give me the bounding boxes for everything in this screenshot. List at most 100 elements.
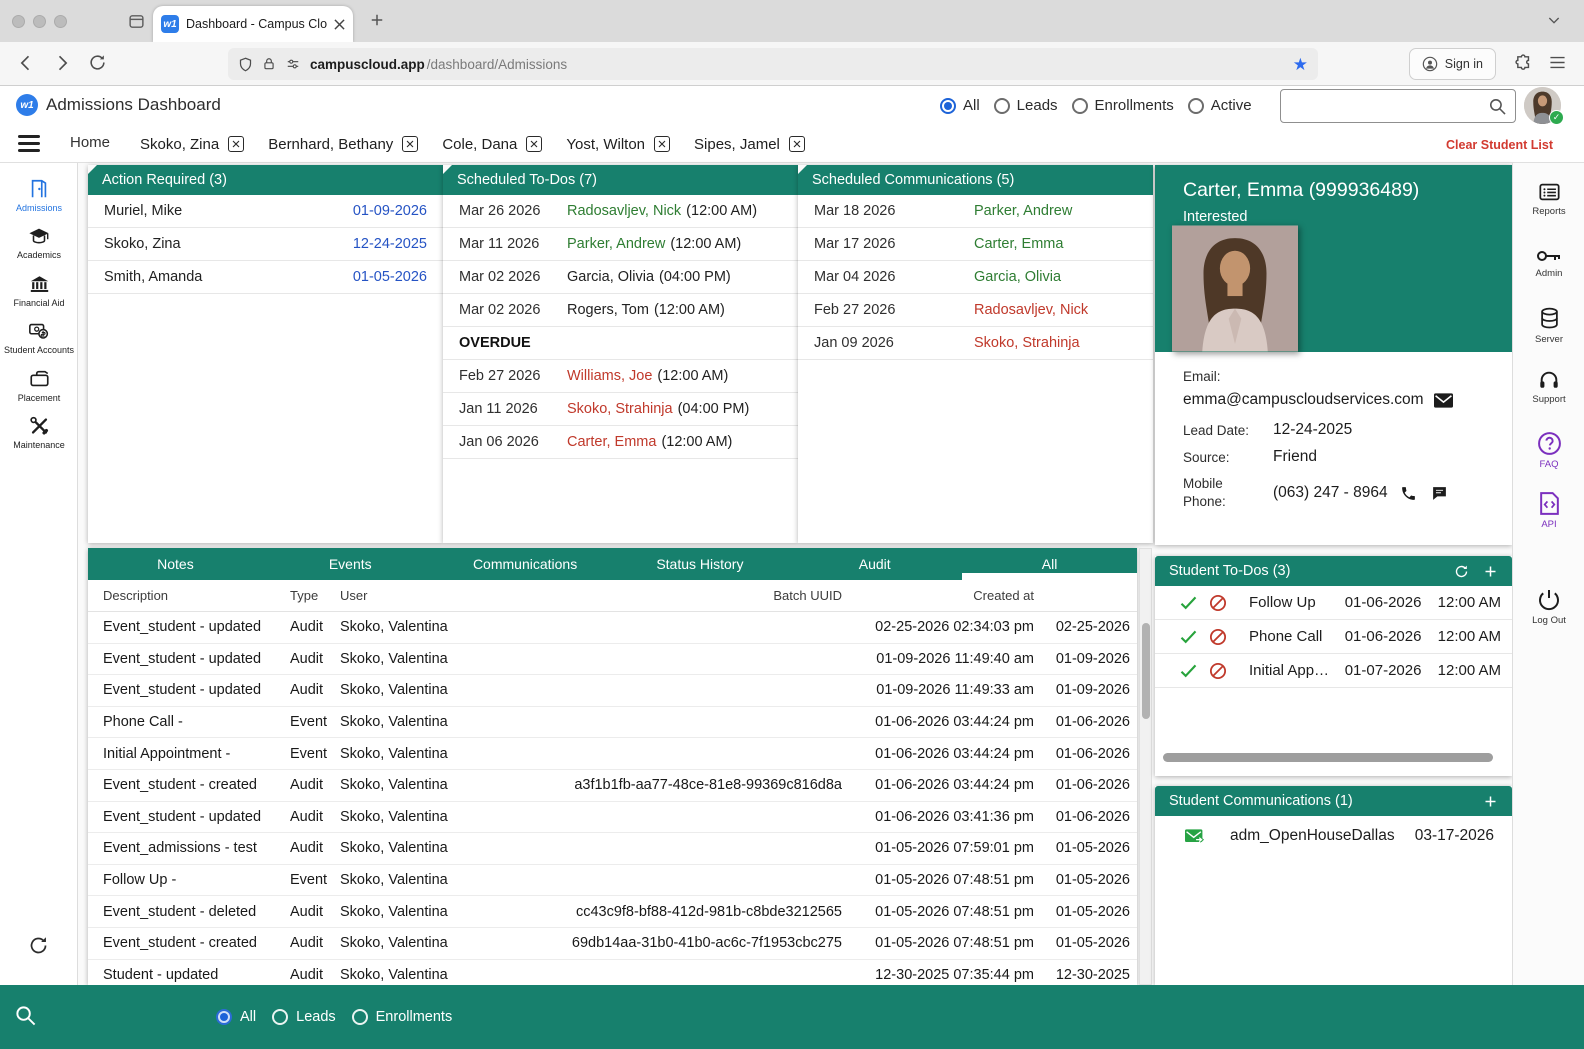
chip-close-icon[interactable] [654, 136, 671, 152]
action-date[interactable]: 01-09-2026 [353, 203, 427, 219]
student-chip[interactable]: Sipes, Jamel [694, 136, 805, 153]
bottom-filter-radio[interactable]: Enrollments [351, 1009, 452, 1025]
table-scrollbar[interactable] [1139, 548, 1152, 985]
rightbar-item-api[interactable]: API [1513, 491, 1584, 530]
action-date[interactable]: 01-05-2026 [353, 269, 427, 285]
complete-check-icon[interactable] [1180, 630, 1197, 644]
sign-in-button[interactable]: Sign in [1408, 48, 1496, 80]
bookmark-star-icon[interactable]: ★ [1293, 56, 1308, 73]
column-header-description[interactable]: Description [88, 588, 290, 603]
search-icon[interactable] [1488, 97, 1507, 116]
complete-check-icon[interactable] [1180, 664, 1197, 678]
lock-icon[interactable] [262, 57, 276, 71]
student-chip[interactable]: Yost, Wilton [566, 136, 671, 153]
permissions-icon[interactable] [285, 57, 301, 71]
activity-tab[interactable]: Communications [438, 548, 613, 580]
forward-button[interactable] [52, 53, 72, 73]
action-required-row[interactable]: Skoko, Zina 12-24-2025 [88, 228, 443, 261]
header-filter-radio[interactable]: Enrollments [1071, 97, 1174, 114]
header-filter-radio[interactable]: Active [1187, 97, 1252, 114]
comm-row[interactable]: Mar 18 2026 Parker, Andrew [798, 195, 1153, 228]
table-row[interactable]: Event_student - updated Audit Skoko, Val… [88, 612, 1137, 644]
maximize-window-button[interactable] [54, 15, 67, 28]
firefox-view-icon[interactable] [128, 13, 145, 30]
column-header-created-at[interactable]: Created at [842, 588, 1034, 603]
table-row[interactable]: Initial Appointment - Event Skoko, Valen… [88, 738, 1137, 770]
column-header-user[interactable]: User [340, 588, 512, 603]
table-row[interactable]: Phone Call - Event Skoko, Valentina 01-0… [88, 707, 1137, 739]
radio-icon[interactable] [272, 1009, 289, 1025]
activity-tab[interactable]: Status History [612, 548, 787, 580]
table-row[interactable]: Event_student - created Audit Skoko, Val… [88, 770, 1137, 802]
activity-tab[interactable]: Notes [88, 548, 263, 580]
table-row[interactable]: Event_admissions - test Audit Skoko, Val… [88, 833, 1137, 865]
address-bar[interactable]: campuscloud.app/dashboard/Admissions ★ [228, 48, 1318, 80]
comm-row[interactable]: Mar 17 2026 Carter, Emma [798, 228, 1153, 261]
complete-check-icon[interactable] [1180, 596, 1197, 610]
action-date[interactable]: 12-24-2025 [353, 236, 427, 252]
refresh-icon[interactable] [28, 935, 49, 956]
cancel-icon[interactable] [1209, 628, 1227, 646]
add-todo-icon[interactable] [1483, 564, 1498, 579]
radio-icon[interactable] [940, 97, 956, 114]
bottom-filter-radio[interactable]: Leads [272, 1009, 336, 1025]
menu-icon[interactable] [18, 135, 40, 152]
tab-list-chevron-icon[interactable] [1546, 12, 1562, 28]
column-header-type[interactable]: Type [290, 588, 340, 603]
chip-close-icon[interactable] [228, 136, 245, 152]
chip-close-icon[interactable] [402, 136, 419, 152]
student-todo-row[interactable]: Follow Up 01-06-2026 12:00 AM [1155, 586, 1512, 620]
tab-close-icon[interactable] [334, 18, 345, 30]
todo-row[interactable]: Jan 06 2026 Carter, Emma (12:00 AM) [443, 426, 798, 459]
close-window-button[interactable] [12, 15, 25, 28]
browser-menu-icon[interactable] [1549, 55, 1566, 70]
clear-student-list-link[interactable]: Clear Student List [1446, 138, 1553, 152]
refresh-icon[interactable] [1454, 564, 1469, 579]
student-todo-row[interactable]: Initial App… 01-07-2026 12:00 AM [1155, 654, 1512, 688]
table-row[interactable]: Event_student - created Audit Skoko, Val… [88, 928, 1137, 960]
table-row[interactable]: Student - updated Audit Skoko, Valentina… [88, 960, 1137, 985]
radio-icon[interactable] [351, 1009, 368, 1025]
student-chip[interactable]: Skoko, Zina [140, 136, 245, 153]
sidebar-item-financial-aid[interactable]: Financial Aid [0, 273, 78, 308]
column-header-batch-uuid[interactable]: Batch UUID [512, 588, 842, 603]
header-filter-radio[interactable]: Leads [993, 97, 1058, 114]
home-link[interactable]: Home [70, 134, 110, 151]
table-row[interactable]: Event_student - updated Audit Skoko, Val… [88, 644, 1137, 676]
bottom-filter-radio[interactable]: All [216, 1009, 256, 1025]
todo-row[interactable]: Mar 11 2026 Parker, Andrew (12:00 AM) [443, 228, 798, 261]
cancel-icon[interactable] [1209, 662, 1227, 680]
chip-close-icon[interactable] [788, 136, 805, 152]
comm-row[interactable]: Mar 04 2026 Garcia, Olivia [798, 261, 1153, 294]
search-icon[interactable] [14, 1004, 37, 1027]
rightbar-item-reports[interactable]: Reports [1513, 181, 1584, 217]
table-row[interactable]: Event_student - updated Audit Skoko, Val… [88, 802, 1137, 834]
action-required-row[interactable]: Smith, Amanda 01-05-2026 [88, 261, 443, 294]
table-row[interactable]: Event_student - updated Audit Skoko, Val… [88, 675, 1137, 707]
todo-row[interactable]: Mar 02 2026 Garcia, Olivia (04:00 PM) [443, 261, 798, 294]
cancel-icon[interactable] [1209, 594, 1227, 612]
rightbar-item-faq[interactable]: FAQ [1513, 431, 1584, 470]
tracking-shield-icon[interactable] [238, 57, 253, 72]
search-input[interactable] [1289, 94, 1479, 118]
student-communication-row[interactable]: adm_OpenHouseDallas 03-17-2026 [1155, 816, 1512, 856]
todos-horizontal-scrollbar[interactable] [1163, 753, 1493, 762]
sidebar-item-maintenance[interactable]: Maintenance [0, 415, 78, 450]
student-chip[interactable]: Bernhard, Bethany [268, 136, 419, 153]
radio-icon[interactable] [216, 1009, 232, 1025]
activity-tab[interactable]: All [962, 548, 1137, 580]
rightbar-item-log-out[interactable]: Log Out [1513, 588, 1584, 626]
table-row[interactable]: Follow Up - Event Skoko, Valentina 01-05… [88, 865, 1137, 897]
scrollbar-thumb[interactable] [1142, 623, 1150, 719]
back-button[interactable] [16, 53, 36, 73]
sidebar-item-academics[interactable]: Academics [0, 225, 78, 260]
student-chip[interactable]: Cole, Dana [442, 136, 543, 153]
sidebar-item-student-accounts[interactable]: Student Accounts [0, 320, 78, 355]
sidebar-item-placement[interactable]: Placement [0, 368, 78, 403]
add-communication-icon[interactable] [1483, 794, 1498, 809]
new-tab-button[interactable] [368, 11, 386, 29]
header-filter-radio[interactable]: All [940, 97, 980, 114]
rightbar-item-admin[interactable]: Admin [1513, 247, 1584, 279]
table-row[interactable]: Event_student - deleted Audit Skoko, Val… [88, 896, 1137, 928]
minimize-window-button[interactable] [33, 15, 46, 28]
